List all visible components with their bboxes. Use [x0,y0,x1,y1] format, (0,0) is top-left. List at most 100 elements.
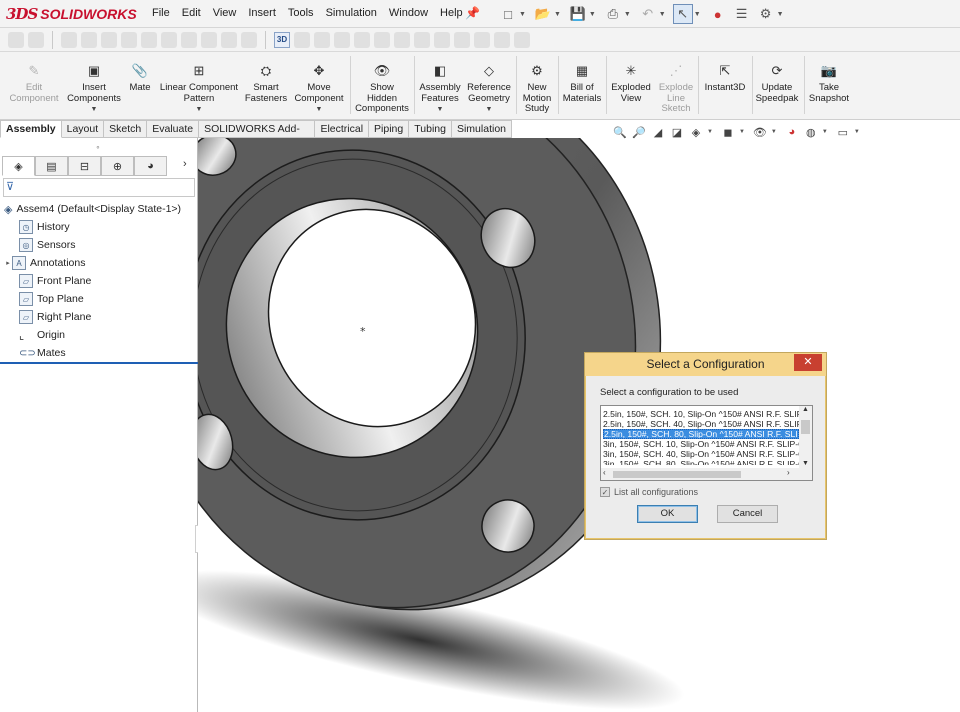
toolbar-icon[interactable] [314,31,330,48]
zoom-area-icon[interactable]: 🔎 [631,124,647,140]
update-speedpak-button[interactable]: ⟳ Update Speedpak [752,52,802,118]
configuration-item[interactable]: 2.5in, 150#, SCH. 10, Slip-On ^150# ANSI… [603,409,799,419]
toolbar-icon[interactable] [494,31,510,48]
linear-pattern-button[interactable]: ⊞ Linear Component Pattern ▼ [156,52,242,118]
graphics-area[interactable]: * [198,138,960,712]
instant3d-button[interactable]: ⇱ Instant3D [700,52,750,118]
tree-item-right-plane[interactable]: ▱ Right Plane [0,308,198,326]
print-icon[interactable]: ⎙ [603,4,623,24]
tab-sketch[interactable]: Sketch [104,120,148,138]
select-icon[interactable]: ↖ [672,4,693,24]
checkbox[interactable]: ✓ [600,487,610,497]
dimxpert-tab-icon[interactable]: ⊕ [101,156,134,176]
close-button[interactable]: ✕ [794,354,822,371]
toolbar-icon[interactable] [221,31,237,48]
toolbar-icon[interactable] [201,31,217,48]
3d-sketch-icon[interactable]: 3D [274,31,290,48]
reference-geometry-button[interactable]: ◇ Reference Geometry ▼ [464,52,514,118]
toolbar-icon[interactable] [334,31,350,48]
toolbar-icon[interactable] [61,31,77,48]
toolbar-icon[interactable] [241,31,257,48]
rollback-bar[interactable] [0,362,198,364]
solidworks-logo[interactable]: 3DS SOLIDWORKS [6,4,137,24]
chevron-down-icon[interactable]: ▼ [196,105,203,116]
toolbar-icon[interactable] [394,31,410,48]
toolbar-icon[interactable] [354,31,370,48]
toolbar-icon[interactable] [81,31,97,48]
expand-arrow-icon[interactable]: ▸ [4,259,12,267]
tab-tubing[interactable]: Tubing [409,120,452,138]
undo-icon[interactable]: ↶ [638,4,658,24]
configuration-item[interactable]: 3in, 150#, SCH. 40, Slip-On ^150# ANSI R… [603,449,799,459]
menu-help[interactable]: Help [434,7,469,19]
toolbar-icon[interactable] [8,31,24,48]
scroll-left-icon[interactable]: ‹ [603,468,606,477]
toolbar-icon[interactable] [161,31,177,48]
toolbar-icon[interactable] [121,31,137,48]
tree-item-sensors[interactable]: ◎ Sensors [0,236,198,254]
toolbar-icon[interactable] [434,31,450,48]
display-manager-tab-icon[interactable]: ◕ [134,156,167,176]
vertical-scrollbar[interactable]: ▲ ▼ [799,406,812,470]
toolbar-icon[interactable] [28,31,44,48]
tree-item-top-plane[interactable]: ▱ Top Plane [0,290,198,308]
view-orientation-icon[interactable]: ◈ [688,124,704,140]
smart-fasteners-button[interactable]: ⛭ Smart Fasteners [242,52,290,118]
configuration-item-selected[interactable]: 2.5in, 150#, SCH. 80, Slip-On ^150# ANSI… [603,429,799,439]
tree-item-history[interactable]: ◷ History [0,218,198,236]
toolbar-icon[interactable] [514,31,530,48]
chevron-down-icon[interactable]: ▼ [486,105,493,116]
toolbar-icon[interactable] [101,31,117,48]
file-properties-icon[interactable]: ☰ [732,4,752,24]
assembly-features-button[interactable]: ◧ Assembly Features ▼ [416,52,464,118]
tree-item-mates[interactable]: ⊂⊃ Mates [0,344,198,362]
chevron-down-icon[interactable]: ▼ [316,105,323,116]
configuration-item[interactable]: 2.5in, 150#, SCH. 40, Slip-On ^150# ANSI… [603,419,799,429]
menu-simulation[interactable]: Simulation [320,7,383,19]
horizontal-scrollbar[interactable]: ‹ › [601,468,812,480]
tab-electrical[interactable]: Electrical [315,120,370,138]
menu-file[interactable]: File [146,7,176,19]
apply-scene-icon[interactable]: ◍ [803,124,819,140]
chevron-down-icon[interactable]: ▼ [91,105,98,116]
section-view-icon[interactable]: ◪ [669,124,685,140]
view-settings-icon[interactable]: ▭ [835,124,851,140]
bill-of-materials-button[interactable]: ▦ Bill of Materials [560,52,604,118]
hide-show-items-icon[interactable]: 👁 [752,124,768,140]
rebuild-icon[interactable]: ● [708,4,728,24]
tab-assembly[interactable]: Assembly [0,120,62,138]
scroll-thumb[interactable] [613,471,741,478]
explode-line-sketch-button[interactable]: ⋰ Explode Line Sketch [654,52,698,118]
configuration-manager-tab-icon[interactable]: ⊟ [68,156,101,176]
display-style-icon[interactable]: ◼ [720,124,736,140]
menu-edit[interactable]: Edit [176,7,207,19]
tab-evaluate[interactable]: Evaluate [147,120,200,138]
toolbar-icon[interactable] [474,31,490,48]
move-component-button[interactable]: ✥ Move Component ▼ [290,52,348,118]
save-icon[interactable]: 💾 [568,4,588,24]
tab-simulation[interactable]: Simulation [451,120,512,138]
menu-tools[interactable]: Tools [282,7,320,19]
zoom-to-fit-icon[interactable]: 🔍 [612,124,628,140]
tree-item-annotations[interactable]: ▸ A Annotations [0,254,198,272]
ok-button[interactable]: OK [637,505,698,523]
panel-handle-icon[interactable]: ⚬ [95,144,101,152]
exploded-view-button[interactable]: ✳ Exploded View [608,52,654,118]
toolbar-icon[interactable] [294,31,310,48]
previous-view-icon[interactable]: ◢ [650,124,666,140]
pin-menu-icon[interactable]: 📌 [465,6,480,20]
configuration-item[interactable]: 3in, 150#, SCH. 80, Slip-On ^150# ANSI R… [603,459,799,465]
tree-item-origin[interactable]: ⌞ Origin [0,326,198,344]
toolbar-icon[interactable] [414,31,430,48]
menu-insert[interactable]: Insert [242,7,282,19]
scroll-thumb[interactable] [801,420,810,434]
toolbar-icon[interactable] [374,31,390,48]
tree-item-front-plane[interactable]: ▱ Front Plane [0,272,198,290]
new-motion-study-button[interactable]: ⚙ New Motion Study [518,52,556,118]
configuration-item[interactable]: 3in, 150#, SCH. 10, Slip-On ^150# ANSI R… [603,439,799,449]
edit-appearance-icon[interactable]: ◕ [784,124,800,140]
show-hidden-components-button[interactable]: 👁 Show Hidden Components [352,52,412,118]
feature-manager-tab-icon[interactable]: ◈ [2,156,35,176]
scroll-right-icon[interactable]: › [787,468,790,477]
tab-solidworks-addins[interactable]: SOLIDWORKS Add-Ins [199,120,316,151]
